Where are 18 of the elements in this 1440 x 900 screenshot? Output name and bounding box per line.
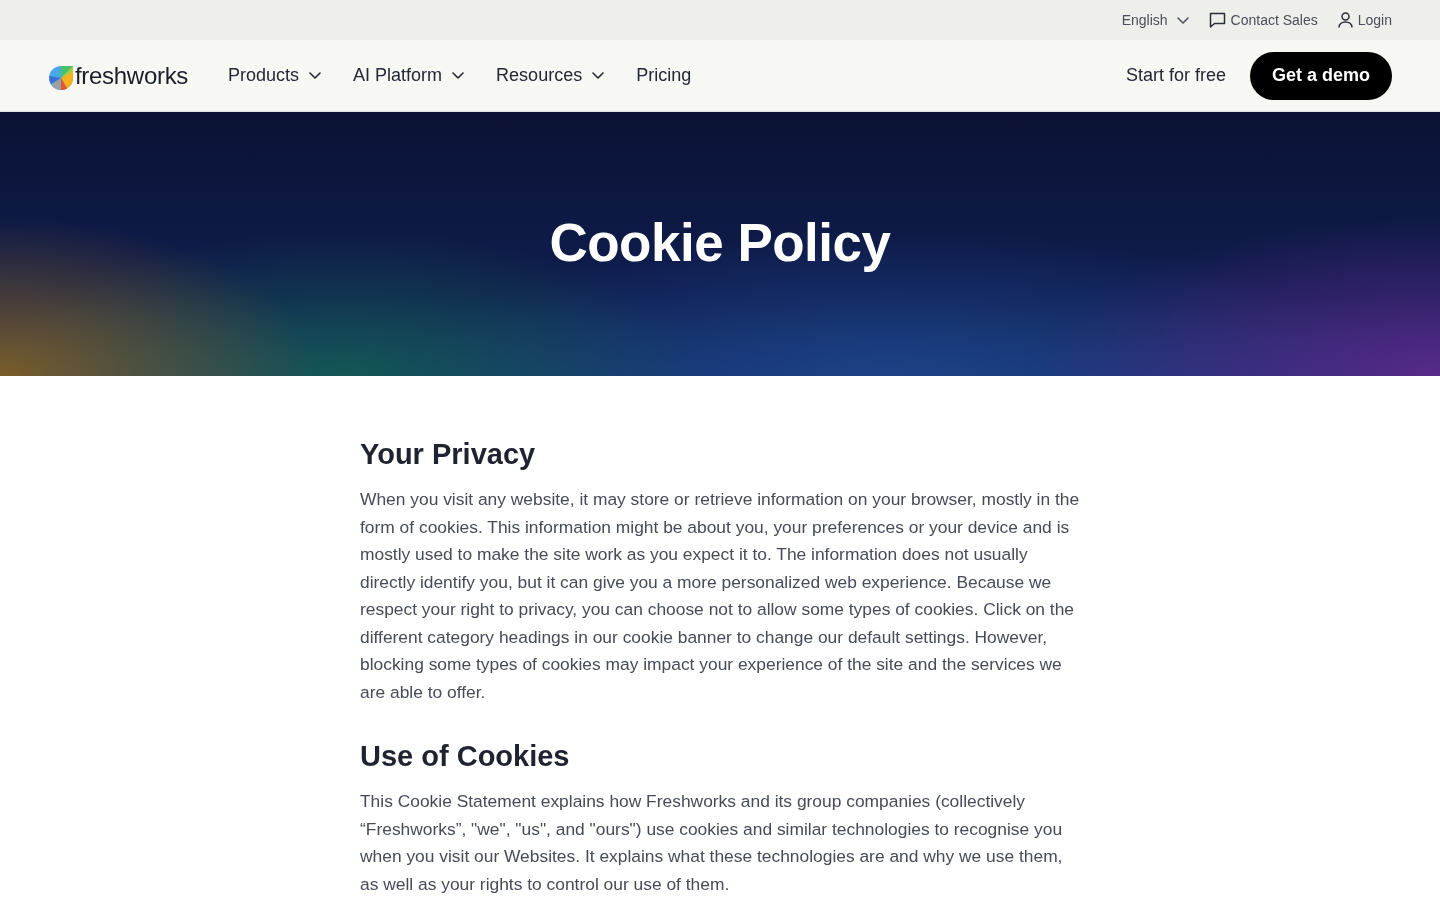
page-title: Cookie Policy — [549, 211, 891, 273]
section-heading: Your Privacy — [360, 437, 537, 472]
nav-menu-item[interactable]: Products — [228, 65, 322, 86]
freshworks-logo[interactable]: freshworks — [48, 60, 189, 91]
language-selector[interactable]: English — [1121, 12, 1189, 28]
nav-menu-item[interactable]: Resources — [496, 65, 605, 86]
body-paragraph: This Cookie Statement explains how Freshworks and its group companies (collectively “Freshworks”, "we", "us", and "ours") use cookies and similar technologies to recognise you when you visit our Websites. It explains what these technologies are and why we use them, as well as your rights to control our use of them. — [360, 790, 1064, 896]
chevron-down-icon — [1176, 16, 1189, 24]
body-paragraph: When you visit any website, it may store or retrieve information on your browser, mostly in the form of cookies. This information might be about you, your preferences or your device and is mostly used to make the site work as you expect it to. The information does not usually directly identify you, but it can give you a more personalized web experience. Because we respect your right to privacy, you can choose not to allow some types of cookies. Click on the different category headings in our cookie banner to change our default settings. However, blocking some types of cookies may impact your experience of the site and the services we are able to offer. — [360, 488, 1080, 704]
get-a-demo-button[interactable]: Get a demo — [1249, 51, 1392, 100]
login-link[interactable]: Login — [1337, 12, 1392, 28]
user-icon — [1337, 12, 1353, 28]
nav-menu-item[interactable]: Pricing — [636, 65, 692, 86]
contact-sales-link[interactable]: Contact Sales — [1208, 12, 1318, 28]
section-heading: Use of Cookies — [360, 739, 571, 774]
start-for-free-link[interactable]: Start for free — [1125, 65, 1226, 86]
speech-bubble-icon — [1208, 12, 1226, 28]
nav-menu-item[interactable]: AI Platform — [353, 65, 465, 86]
